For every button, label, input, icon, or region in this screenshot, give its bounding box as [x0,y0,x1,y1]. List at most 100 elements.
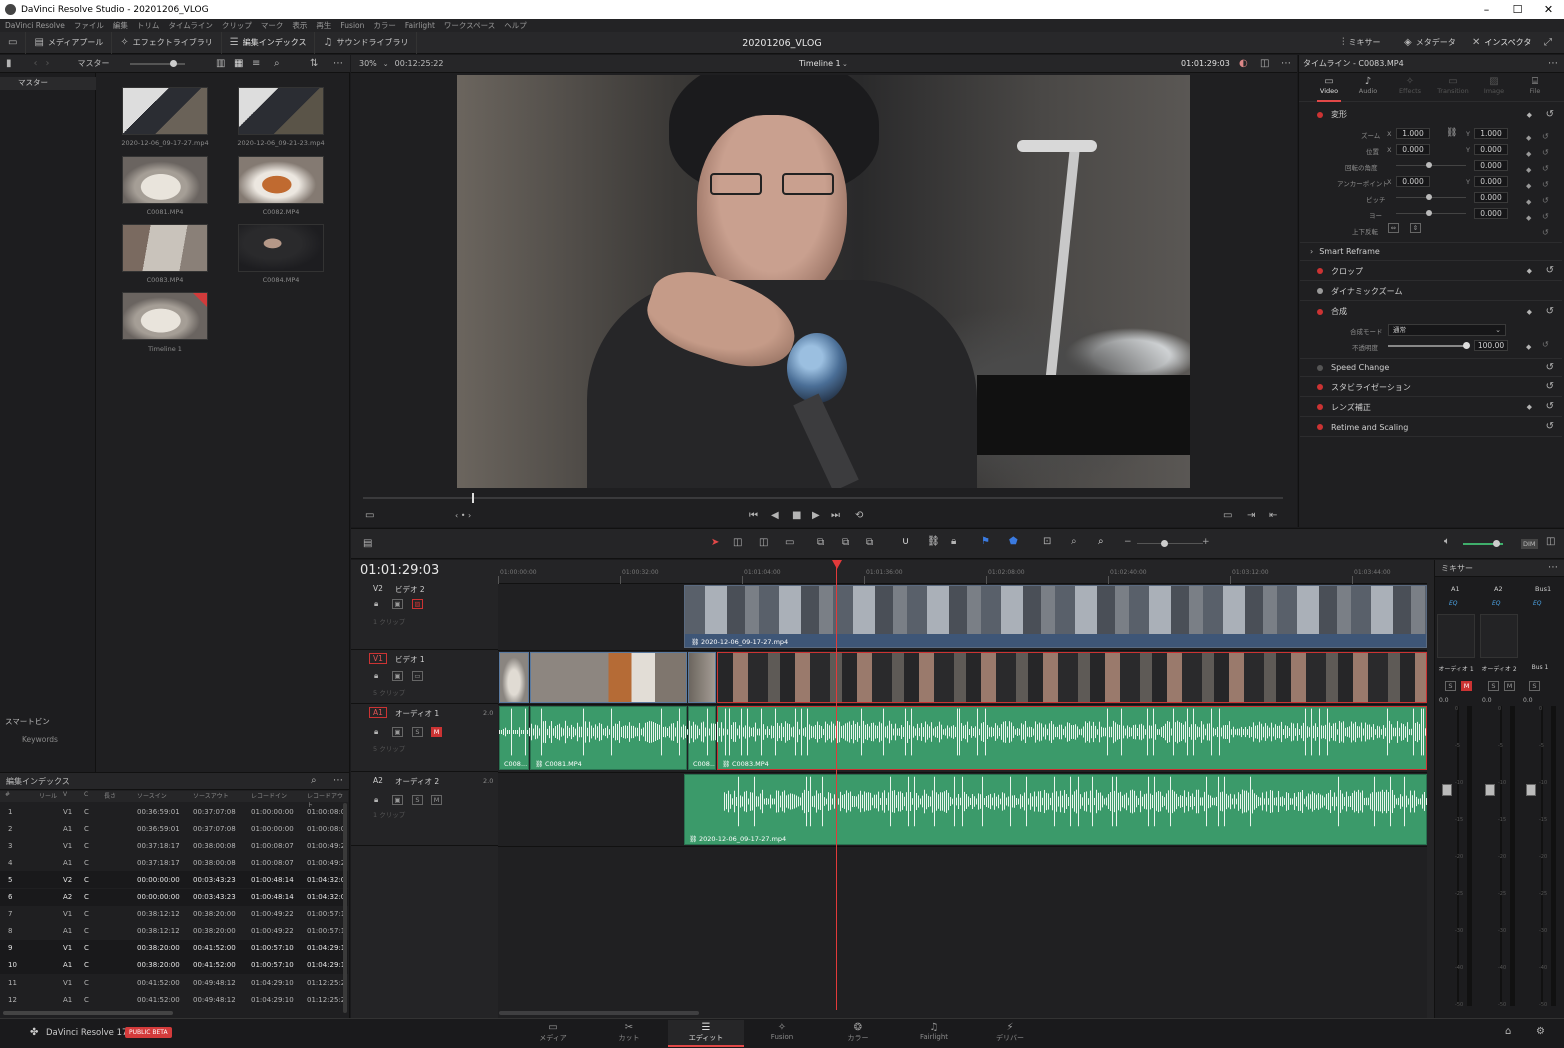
enable-toggle-icon[interactable] [1317,424,1323,430]
keyframe-icon[interactable]: ◆ [1527,402,1532,412]
list-view-icon[interactable]: ≡ [252,58,260,69]
column-header[interactable]: リール [39,791,57,800]
blade-tool-icon[interactable]: ▭ [785,538,794,548]
table-row[interactable]: 6 A2 C 00:00:00:00 00:03:43:23 01:00:48:14 01:… [0,888,348,906]
maximize-button[interactable]: ☐ [1502,0,1533,19]
page-tab-cut[interactable]: ✂ カット [591,1020,667,1047]
pitch-slider[interactable] [1396,194,1466,200]
selection-tool-icon[interactable]: ➤ [711,538,719,548]
overwrite-clip-icon[interactable]: ⧉ [842,538,849,548]
insert-clip-icon[interactable]: ⧉ [817,538,824,548]
anchor-x-field[interactable]: 0.000 [1396,176,1430,187]
timeline-thumbnail[interactable] [122,292,208,340]
enable-toggle-icon[interactable] [1317,111,1323,118]
enable-toggle-icon[interactable] [1317,384,1323,390]
keyframe-icon[interactable]: ◆ [1527,266,1532,276]
mixer-solo-button[interactable]: S [1488,681,1499,691]
filmstrip-view-icon[interactable]: ▥ [216,58,225,69]
trim-tool-icon[interactable]: ◫ [733,538,742,548]
yaw-field[interactable]: 0.000 [1474,208,1508,219]
keyframe-icon[interactable]: ◆ [1526,342,1531,352]
menu-item-help[interactable]: ヘルプ [504,20,527,31]
page-tab-deliver[interactable]: ⚡ デリバー [972,1020,1048,1047]
composite-section[interactable]: 合成 ◆ ↺ [1300,302,1562,321]
link-icon[interactable]: ⛓ [1446,128,1457,138]
reset-icon[interactable]: ↺ [1542,177,1549,193]
next-edit-icon[interactable]: ⇥ [1247,511,1255,521]
dim-button[interactable]: DIM [1521,539,1538,549]
keyframe-icon[interactable]: ◆ [1527,110,1532,120]
table-row[interactable]: 4 A1 C 00:37:18:17 00:38:00:08 01:00:08:07 01:… [0,854,348,871]
page-tab-fusion[interactable]: ✧ Fusion [744,1020,820,1047]
zoom-full-icon[interactable]: ⊡ [1043,537,1051,547]
more-options-icon[interactable]: ⋯ [333,776,343,786]
viewer-playhead[interactable] [472,493,474,503]
clip-thumbnail[interactable] [122,87,208,135]
dual-viewer-icon[interactable]: ◫ [1260,58,1269,69]
fader-handle[interactable] [1526,784,1536,796]
prev-edit-icon[interactable]: ⇤ [1269,511,1277,521]
fader-handle[interactable] [1442,784,1452,796]
grid-view-icon[interactable]: ▦ [234,58,243,69]
jump-start-icon[interactable]: ⏮ [749,511,758,521]
column-header[interactable]: 長さ [104,791,116,800]
sidebar-toggle-icon[interactable]: ▮ [6,58,12,69]
timeline-scrollbar[interactable] [499,1011,699,1015]
column-header[interactable]: ソースアウト [193,791,229,800]
timeline-clip-v2[interactable]: ⛓ 2020-12-06_09-17-27.mp4 [684,585,1427,648]
keyframe-icon[interactable]: ◆ [1527,307,1532,317]
zoom-in-icon[interactable]: + [1202,537,1210,547]
auto-select-icon[interactable]: ▣ [392,671,403,681]
clip-thumbnail[interactable] [122,156,208,204]
menu-item-view[interactable]: 表示 [292,20,307,31]
mixer-mute-button[interactable]: M [1461,681,1472,691]
timeline-clip-v1[interactable] [530,652,687,703]
eq-button[interactable]: EQ [1449,600,1458,607]
rotation-field[interactable]: 0.000 [1474,160,1508,171]
sort-icon[interactable]: ⇅ [310,58,318,69]
eq-button[interactable]: EQ [1533,600,1542,607]
track-enable-icon[interactable]: ▭ [412,671,423,681]
keyframe-icon[interactable]: ◆ [1526,210,1531,226]
reset-icon[interactable]: ↺ [1542,225,1549,241]
position-y-field[interactable]: 0.000 [1474,144,1508,155]
crop-section[interactable]: クロップ ◆ ↺ [1300,262,1562,281]
zoom-x-field[interactable]: 1.000 [1396,128,1430,139]
chevron-down-icon[interactable]: ⌄ [842,59,848,69]
timeline-clip-v1[interactable] [688,652,716,703]
enable-toggle-icon[interactable] [1317,404,1323,410]
transform-section[interactable]: 変形 ◆ ↺ [1300,105,1562,124]
timeline-clip-v1-selected[interactable] [717,652,1427,703]
track-header-v1[interactable]: V1 ビデオ 1 🔒︎ ▣ ▭ 5 クリップ [351,651,498,704]
volume-icon[interactable]: 🔈︎ [1444,537,1450,547]
menu-item-trim[interactable]: トリム [137,20,160,31]
timeline-clip-v1[interactable] [499,652,529,703]
reset-icon[interactable]: ↺ [1542,340,1549,350]
stop-icon[interactable]: ■ [792,511,801,521]
dynamic-trim-icon[interactable]: ◫ [759,538,768,548]
reset-icon[interactable]: ↺ [1546,109,1554,120]
enable-toggle-icon[interactable] [1317,308,1323,315]
dynamic-zoom-section[interactable]: ダイナミックズーム [1300,282,1562,301]
timeline-playhead[interactable] [836,560,837,1010]
auto-select-icon[interactable]: ▣ [392,795,403,805]
menu-item-clip[interactable]: クリップ [222,20,252,31]
inspector-button[interactable]: ✕ インスペクタ [1464,32,1539,54]
zoom-detail-icon[interactable]: ⌕ [1071,537,1077,547]
page-tab-color[interactable]: ❂ カラー [820,1020,896,1047]
reset-icon[interactable]: ↺ [1542,161,1549,177]
table-row[interactable]: 2 A1 C 00:36:59:01 00:37:07:08 01:00:00:00 01:… [0,820,348,837]
zoom-out-icon[interactable]: − [1124,537,1132,547]
minimize-button[interactable]: – [1471,0,1502,19]
tab-video[interactable]: ▭ Video [1317,77,1341,96]
replace-clip-icon[interactable]: ⧉ [866,538,873,548]
yaw-slider[interactable] [1396,210,1466,216]
back-icon[interactable]: ‹ [34,58,38,69]
table-row[interactable]: 3 V1 C 00:37:18:17 00:38:00:08 01:00:08:07 01:… [0,837,348,854]
tab-audio[interactable]: ♪ Audio [1355,77,1381,96]
retime-scaling-section[interactable]: Retime and Scaling ↺ [1300,418,1562,437]
jump-end-icon[interactable]: ⏭ [831,511,840,521]
tab-file[interactable]: ⌸ File [1521,77,1549,96]
marker-icon[interactable]: ⬟ [1009,537,1018,547]
mixer-solo-button[interactable]: S [1529,681,1540,691]
